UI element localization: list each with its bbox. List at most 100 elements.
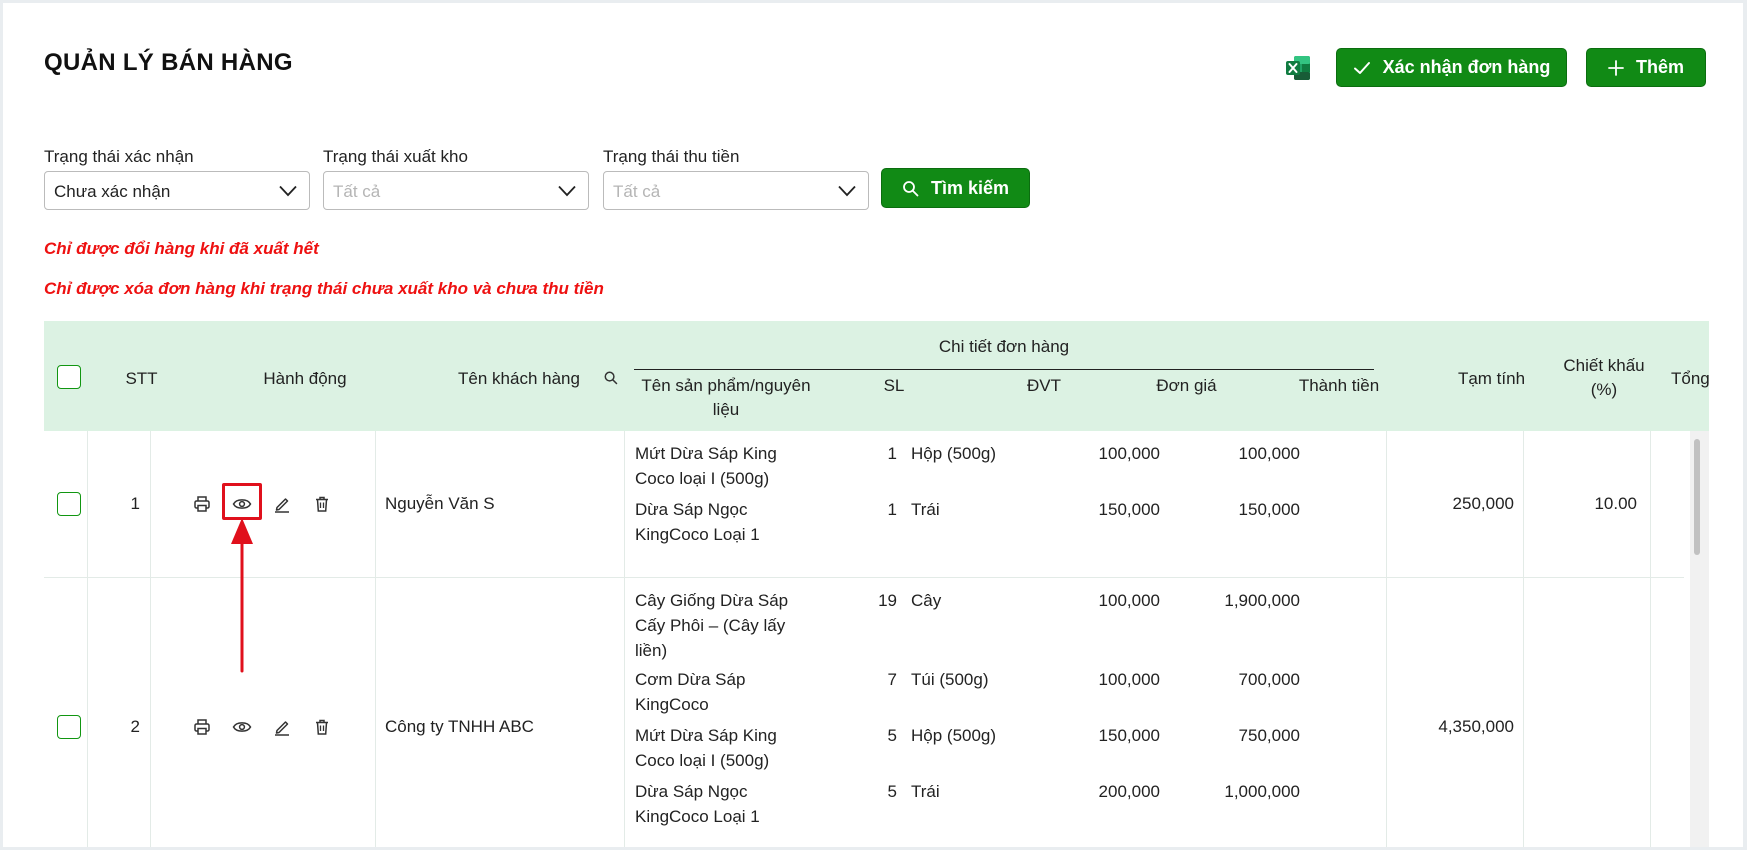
column-divider xyxy=(87,578,88,847)
payment-status-label: Trạng thái thu tiền xyxy=(603,147,740,166)
row-checkbox[interactable] xyxy=(57,492,81,516)
item-qty: 1 xyxy=(887,444,897,463)
item-price: 150,000 xyxy=(1098,726,1160,745)
column-divider xyxy=(1523,578,1524,847)
item-unit: Hộp (500g) xyxy=(911,444,997,463)
confirm-status-select[interactable]: Chưa xác nhận xyxy=(44,171,310,210)
customer-name: Công ty TNHH ABC xyxy=(385,717,534,736)
column-divider xyxy=(375,431,376,578)
item-amount: 700,000 xyxy=(1238,670,1300,689)
payment-status-placeholder: Tất cả xyxy=(613,182,661,201)
select-all-checkbox[interactable] xyxy=(57,365,81,389)
page-title: QUẢN LÝ BÁN HÀNG xyxy=(44,49,293,76)
header-actions: Hành động xyxy=(263,369,347,388)
warning-delete: Chỉ được xóa đơn hàng khi trạng thái chư… xyxy=(44,279,604,298)
view-icon[interactable] xyxy=(230,715,254,739)
item-amount: 1,900,000 xyxy=(1224,591,1300,610)
main-page: QUẢN LÝ BÁN HÀNG Xác nhận đơn hàng Thêm … xyxy=(3,3,1743,847)
warning-exchange: Chỉ được đổi hàng khi đã xuất hết xyxy=(44,239,319,258)
product-name: Dừa Sáp Ngọc KingCoco Loại 1 xyxy=(635,782,760,826)
header-stt: STT xyxy=(125,369,158,388)
row-checkbox[interactable] xyxy=(57,715,81,739)
column-divider xyxy=(1523,431,1524,578)
table-row: 2 Công ty TNHH ABC Cây Giống Dừa Sáp Cấy… xyxy=(44,578,1709,847)
item-qty: 1 xyxy=(887,500,897,519)
product-name: Mứt Dừa Sáp King Coco loại I (500g) xyxy=(635,726,777,770)
row-stt: 2 xyxy=(130,717,140,736)
search-label: Tìm kiếm xyxy=(930,177,1010,198)
check-icon xyxy=(1353,61,1370,74)
table-row: 1 Nguyễn Văn S Mứt Dừa Sáp King Coco loạ… xyxy=(44,431,1709,578)
view-icon-highlight xyxy=(222,483,262,520)
column-divider xyxy=(624,431,625,578)
search-icon xyxy=(903,180,919,196)
product-name: Dừa Sáp Ngọc KingCoco Loại 1 xyxy=(635,500,760,544)
search-icon[interactable] xyxy=(604,371,618,385)
delete-icon[interactable] xyxy=(310,715,334,739)
column-divider xyxy=(375,578,376,847)
column-divider xyxy=(1386,578,1387,847)
delete-icon[interactable] xyxy=(310,492,334,516)
payment-status-select[interactable]: Tất cả xyxy=(603,171,869,210)
item-unit: Trái xyxy=(911,782,940,801)
table-scrollbar[interactable] xyxy=(1690,431,1709,847)
item-price: 150,000 xyxy=(1098,500,1160,519)
item-unit: Trái xyxy=(911,500,940,519)
customer-name: Nguyễn Văn S xyxy=(385,494,495,513)
chevron-down-icon xyxy=(838,185,856,197)
item-price: 100,000 xyxy=(1098,444,1160,463)
column-divider xyxy=(150,431,151,578)
edit-icon[interactable] xyxy=(270,492,294,516)
column-divider xyxy=(1650,431,1651,578)
add-button[interactable]: Thêm xyxy=(1586,48,1706,87)
edit-icon[interactable] xyxy=(270,715,294,739)
plus-icon xyxy=(1608,59,1624,76)
product-name: Cơm Dừa Sáp KingCoco xyxy=(635,670,746,714)
item-amount: 750,000 xyxy=(1238,726,1300,745)
column-divider xyxy=(87,431,88,578)
item-qty: 5 xyxy=(887,726,897,745)
item-qty: 5 xyxy=(887,782,897,801)
annotation-arrow xyxy=(231,518,253,673)
row-subtotal: 250,000 xyxy=(1452,494,1514,513)
header-price: Đơn giá xyxy=(1156,376,1217,395)
header-order-details: Chi tiết đơn hàng xyxy=(938,337,1070,356)
header-amount: Thành tiền xyxy=(1298,376,1380,395)
item-qty: 19 xyxy=(878,591,897,610)
item-unit: Cây xyxy=(911,591,942,610)
header-group-divider xyxy=(634,369,1374,370)
confirm-order-button[interactable]: Xác nhận đơn hàng xyxy=(1336,48,1567,87)
item-unit: Hộp (500g) xyxy=(911,726,997,745)
item-unit: Túi (500g) xyxy=(911,670,989,689)
print-icon[interactable] xyxy=(190,715,214,739)
item-price: 100,000 xyxy=(1098,670,1160,689)
product-name: Cây Giống Dừa Sáp Cấy Phôi – (Cây lấy li… xyxy=(635,591,789,660)
header-total: Tổng xyxy=(1671,369,1709,388)
scrollbar-thumb[interactable] xyxy=(1694,439,1700,555)
header-unit: ĐVT xyxy=(1027,376,1061,395)
print-icon[interactable] xyxy=(190,492,214,516)
search-button[interactable]: Tìm kiếm xyxy=(881,168,1030,208)
export-status-placeholder: Tất cả xyxy=(333,182,381,201)
chevron-down-icon xyxy=(279,185,297,197)
confirm-order-label: Xác nhận đơn hàng xyxy=(1382,57,1551,77)
product-name: Mứt Dừa Sáp King Coco loại I (500g) xyxy=(635,444,777,488)
header-discount: Chiết khấu (%) xyxy=(1563,356,1645,399)
header-product: Tên sản phẩm/nguyên liệu xyxy=(641,376,811,419)
row-discount: 10.00 xyxy=(1594,494,1637,513)
excel-icon[interactable] xyxy=(1284,54,1312,82)
column-divider xyxy=(150,578,151,847)
item-price: 100,000 xyxy=(1098,591,1160,610)
table-header: STT Hành động Tên khách hàng Chi tiết đơ… xyxy=(44,321,1709,431)
column-divider xyxy=(1386,431,1387,578)
chevron-down-icon xyxy=(558,185,576,197)
row-subtotal: 4,350,000 xyxy=(1438,717,1514,736)
item-price: 200,000 xyxy=(1098,782,1160,801)
item-amount: 1,000,000 xyxy=(1224,782,1300,801)
export-status-select[interactable]: Tất cả xyxy=(323,171,589,210)
item-amount: 100,000 xyxy=(1238,444,1300,463)
header-qty: SL xyxy=(883,376,905,395)
confirm-status-value: Chưa xác nhận xyxy=(54,182,171,201)
row-stt: 1 xyxy=(130,494,140,513)
confirm-status-label: Trạng thái xác nhận xyxy=(44,147,194,166)
